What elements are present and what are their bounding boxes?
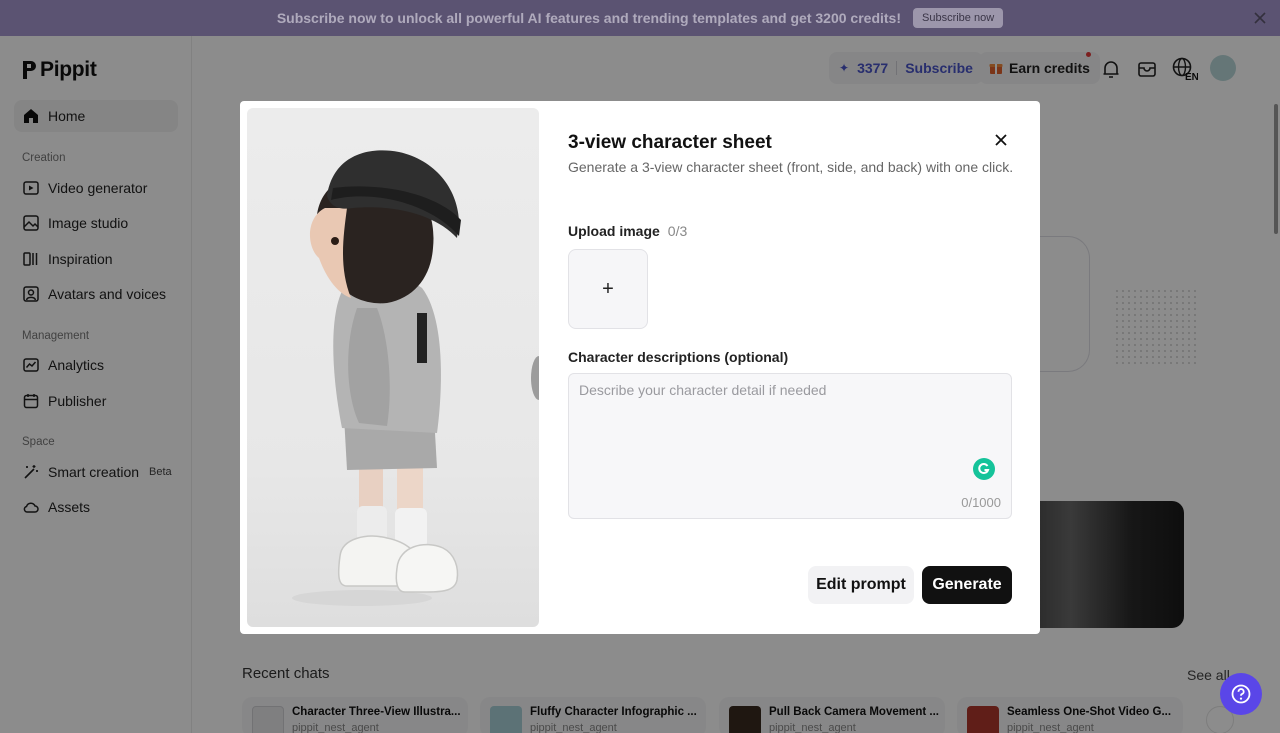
edit-prompt-button[interactable]: Edit prompt [808,566,914,604]
character-preview-image [247,108,539,627]
close-icon[interactable] [1252,10,1268,26]
upload-image-label-text: Upload image [568,223,660,239]
character-sheet-modal: 3-view character sheet Generate a 3-view… [240,101,1040,634]
help-icon [1231,684,1251,704]
generate-button[interactable]: Generate [922,566,1012,604]
plus-icon: + [602,277,614,300]
upload-count: 0/3 [667,223,688,239]
character-descriptions-label: Character descriptions (optional) [568,349,789,365]
character-descriptions-field[interactable]: 0/1000 [568,373,1012,519]
banner-text: Subscribe now to unlock all powerful AI … [276,10,901,26]
grammarly-icon[interactable] [973,458,995,480]
character-illustration [292,150,539,606]
character-count: 0/1000 [961,495,1001,510]
banner-subscribe-button[interactable]: Subscribe now [913,8,1004,28]
modal-title: 3-view character sheet [568,132,772,153]
character-descriptions-input[interactable] [579,382,999,462]
upload-image-label: Upload image 0/3 [568,223,687,239]
promo-banner: Subscribe now to unlock all powerful AI … [0,0,1280,36]
modal-subtitle: Generate a 3-view character sheet (front… [568,159,1014,175]
help-button[interactable] [1220,673,1262,715]
upload-image-button[interactable]: + [568,249,648,329]
close-icon[interactable] [992,131,1010,149]
